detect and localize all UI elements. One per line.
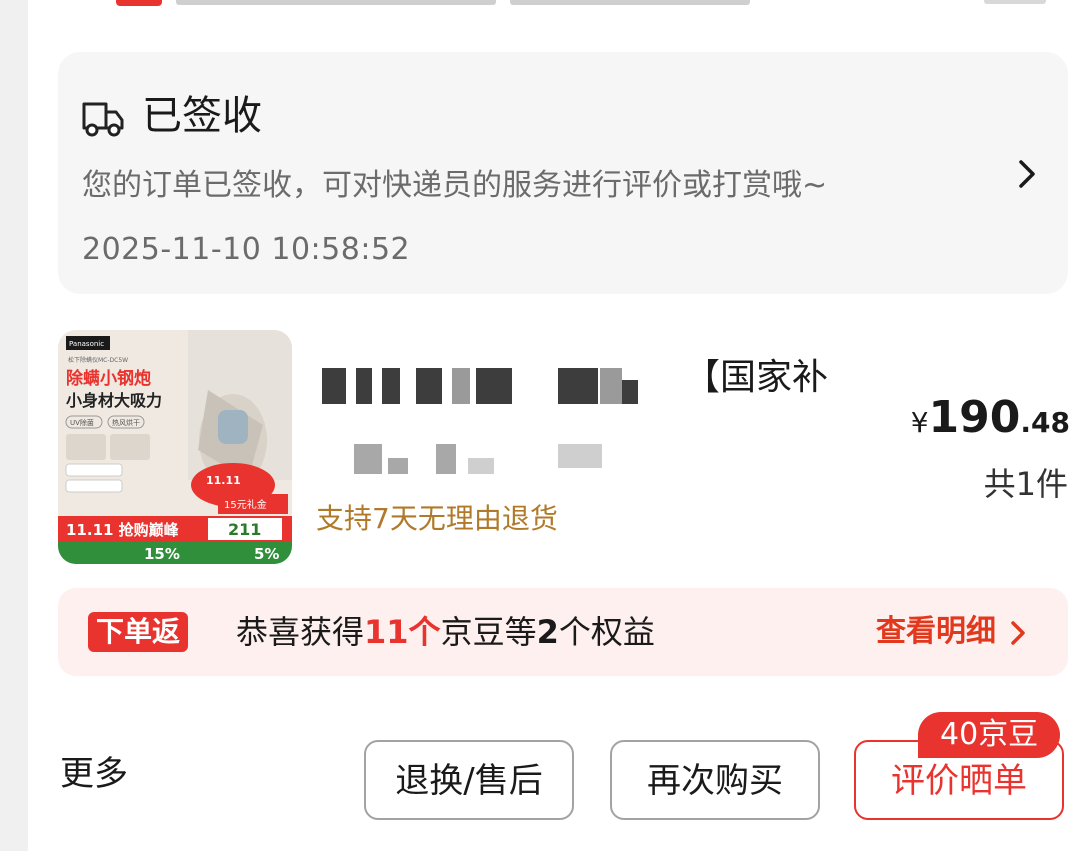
image-model-text: 松下除螨仪MC-DC5W [68,356,128,364]
rebate-msg-prefix: 恭喜获得 [236,613,365,651]
product-image-art: Panasonic 松下除螨仪MC-DC5W 除螨小钢炮 小身材大吸力 UV除菌… [58,330,292,564]
more-button[interactable]: 更多 [60,752,128,796]
order-card: 已签收 您的订单已签收，可对快递员的服务进行评价或打赏哦~ 2025-11-10… [28,0,1080,851]
after-sales-button[interactable]: 退换/售后 [364,740,574,820]
redacted-block [382,368,400,404]
product-subtitle-redacted [318,438,618,478]
image-subsidy-pct: 15% [144,545,180,563]
redacted-block [388,458,408,474]
delivery-status: 已签收 [142,93,262,139]
redacted-block [476,368,512,404]
redacted-block [322,368,346,404]
rebate-msg-middle: 京豆等 [440,613,537,651]
redacted-block [436,444,456,474]
rebate-benefit-count: 2 [536,613,559,651]
previous-row-cutoff [116,0,1046,8]
product-title-text: 【国家补 [684,357,829,398]
rebate-bean-count: 11个 [364,613,441,651]
truck-icon [82,102,124,137]
chevron-right-icon[interactable] [1016,158,1038,190]
redacted-block [558,444,602,468]
previous-row-text-2 [510,0,750,5]
previous-row-tag [116,0,162,6]
redacted-block [468,458,494,474]
view-details-link[interactable]: 查看明细 [876,610,996,654]
previous-row-status [984,0,1046,4]
product-quantity: 共1件 [983,465,1068,503]
image-promo-text: 11.11 抢购巅峰 [66,521,180,539]
delivery-description: 您的订单已签收，可对快递员的服务进行评价或打赏哦~ [82,168,828,203]
product-image[interactable]: Panasonic 松下除螨仪MC-DC5W 除螨小钢炮 小身材大吸力 UV除菌… [58,330,292,564]
image-headline-2: 小身材大吸力 [66,391,162,410]
redacted-block [622,380,638,404]
image-extra-pct: 5% [254,545,279,563]
redacted-block [558,368,598,404]
price-decimal: .48 [1020,406,1070,439]
logistics-panel[interactable]: 已签收 您的订单已签收，可对快递员的服务进行评价或打赏哦~ 2025-11-10… [58,52,1068,294]
product-title[interactable]: 【国家补 [318,352,878,412]
return-policy-label: 支持7天无理由退货 [316,502,558,535]
rebate-message: 恭喜获得11个京豆等2个权益 [236,610,655,654]
brand-logo: Panasonic [69,340,104,348]
redacted-block [354,444,382,474]
redacted-block [356,368,372,404]
delivery-timestamp: 2025-11-10 10:58:52 [82,232,411,267]
image-chip-uv: UV除菌 [70,418,94,427]
chevron-right-icon[interactable] [1010,620,1026,646]
review-reward-badge: 40京豆 [918,712,1061,758]
image-gift-text: 15元礼金 [224,498,267,511]
image-badge-text: 11.11 [206,474,241,487]
redacted-block [600,368,622,404]
redacted-block [416,368,442,404]
image-price-tag: 211 [228,520,261,539]
rebate-msg-suffix: 个权益 [558,613,655,651]
rebate-banner[interactable]: 下单返 恭喜获得11个京豆等2个权益 查看明细 [58,588,1068,676]
price-integer: 190 [928,392,1021,443]
price-currency: ¥ [910,406,929,439]
image-chip-dry: 热风烘干 [112,418,140,427]
product-price: ¥190.48 [911,392,1070,443]
redacted-block [452,368,470,404]
rebate-badge: 下单返 [88,612,189,652]
image-headline-1: 除螨小钢炮 [66,368,151,389]
buy-again-button[interactable]: 再次购买 [610,740,820,820]
previous-row-text [176,0,496,5]
